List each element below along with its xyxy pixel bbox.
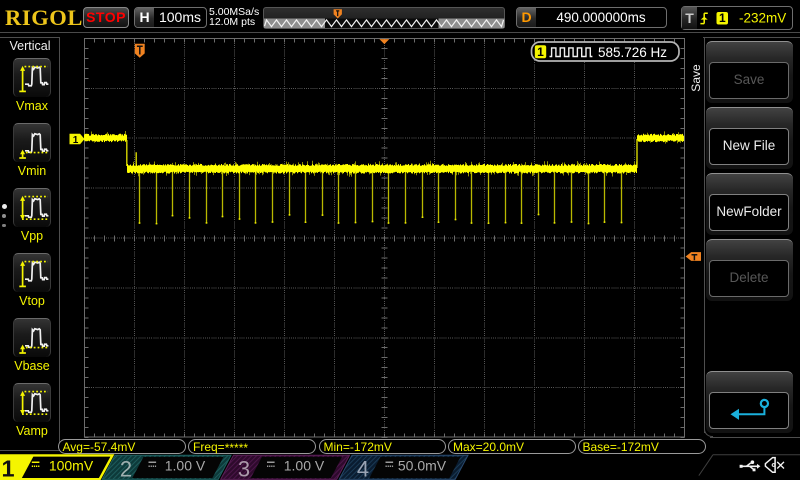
svg-text:50.0mV: 50.0mV	[398, 458, 447, 474]
svg-text:4: 4	[357, 457, 369, 480]
svg-text:585.726 Hz: 585.726 Hz	[598, 45, 667, 60]
svg-text:1: 1	[719, 11, 726, 25]
svg-text:100mV: 100mV	[49, 458, 94, 474]
svg-text:1: 1	[73, 135, 79, 146]
svg-text:1: 1	[537, 45, 544, 59]
svg-text:1.00 V: 1.00 V	[165, 458, 206, 474]
svg-text:1: 1	[1, 456, 14, 480]
svg-text:2: 2	[120, 457, 132, 480]
svg-text:3: 3	[238, 457, 250, 480]
svg-text:-232mV: -232mV	[739, 11, 786, 26]
svg-text:1.00 V: 1.00 V	[284, 458, 325, 474]
